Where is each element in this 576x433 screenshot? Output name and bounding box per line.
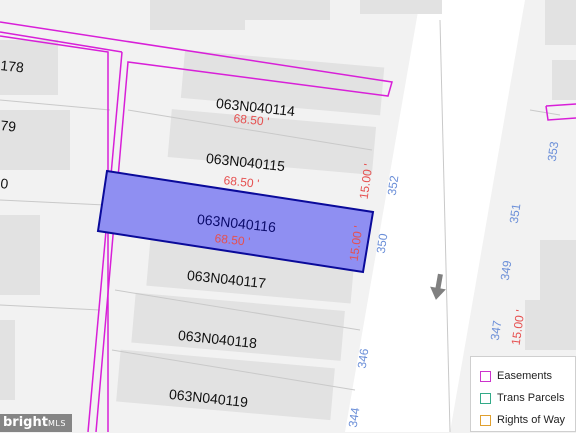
address-number: 349 xyxy=(498,259,515,281)
address-number: 347 xyxy=(488,319,505,341)
brand-watermark: brightMLS xyxy=(0,414,72,432)
address-number: 346 xyxy=(355,347,372,369)
frontage-label: 15.00 ' xyxy=(509,309,528,346)
dimension-label: 68.50 ' xyxy=(223,173,260,191)
map-legend: Easements Trans Parcels Rights of Way xyxy=(470,356,576,432)
parcel-label-left: 79 xyxy=(0,117,17,135)
legend-label: Easements xyxy=(497,370,553,382)
address-number: 344 xyxy=(346,406,363,428)
easements-swatch-icon xyxy=(480,370,491,382)
address-number: 350 xyxy=(374,232,391,254)
legend-item-easements[interactable]: Easements xyxy=(480,368,552,384)
parcel-label-left: 0 xyxy=(0,175,9,192)
address-number: 353 xyxy=(545,140,562,162)
watermark-sub: MLS xyxy=(47,419,66,428)
watermark-brand: bright xyxy=(3,415,48,430)
trans-parcels-swatch-icon xyxy=(480,392,491,404)
rights-of-way-swatch-icon xyxy=(480,414,491,426)
legend-item-trans-parcels[interactable]: Trans Parcels xyxy=(480,390,564,406)
legend-label: Rights of Way xyxy=(497,414,566,426)
legend-label: Trans Parcels xyxy=(497,392,565,404)
address-number: 352 xyxy=(385,174,402,196)
parcel-label-left: 178 xyxy=(0,57,25,75)
right-buildings xyxy=(525,0,576,350)
address-number: 351 xyxy=(507,202,524,224)
legend-item-rights-of-way[interactable]: Rights of Way xyxy=(480,412,565,428)
